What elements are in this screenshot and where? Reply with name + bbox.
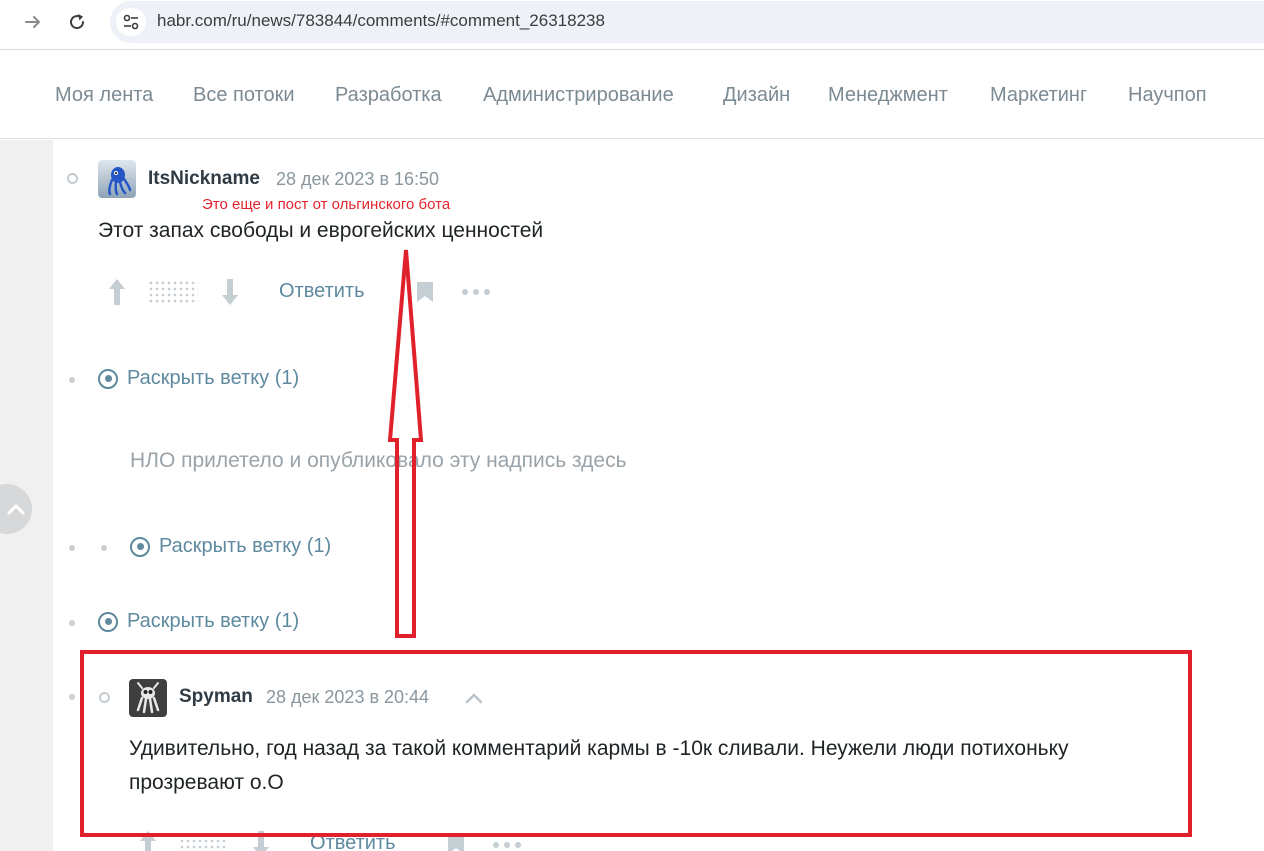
ufo-placeholder-text: НЛО прилетело и опубликовало эту надпись… [130, 449, 627, 472]
expand-thread-label: Раскрыть ветку (1) [127, 367, 300, 389]
expand-circle-icon [98, 368, 118, 389]
more-dots-icon[interactable] [492, 840, 522, 850]
nav-item-my-feed[interactable]: Моя лента [55, 84, 153, 107]
reload-icon [70, 14, 85, 30]
expand-thread-label: Раскрыть ветку (1) [159, 535, 332, 557]
expand-thread-link[interactable]: Раскрыть ветку (1) [98, 367, 299, 390]
comment-date[interactable]: 28 дек 2023 в 16:50 [276, 169, 439, 190]
expand-circle-icon [98, 611, 118, 632]
arrow-down-icon[interactable] [219, 277, 241, 307]
nav-item-marketing[interactable]: Маркетинг [990, 84, 1087, 107]
forward-arrow-icon [25, 16, 40, 28]
red-highlight-box [80, 650, 1192, 837]
bookmark-icon[interactable] [416, 281, 434, 303]
nav-item-popsci[interactable]: Научпоп [1128, 84, 1207, 107]
expand-circle-icon [130, 536, 150, 557]
octopus-avatar-icon [98, 160, 136, 198]
red-annotation-text: Это еще и пост от ольгинского бота [202, 196, 451, 213]
thread-marker [69, 545, 75, 551]
forward-button[interactable] [18, 7, 48, 37]
rating-score-hidden [148, 280, 198, 304]
comment-body: Этот запах свободы и еврогейских ценност… [98, 219, 544, 242]
thread-marker [69, 620, 75, 626]
url-text[interactable]: habr.com/ru/news/783844/comments/#commen… [157, 11, 605, 31]
thread-marker [69, 694, 75, 700]
reply-button[interactable]: Ответить [279, 280, 365, 303]
thread-marker [67, 173, 78, 184]
more-dots-icon[interactable] [461, 287, 491, 297]
expand-thread-link[interactable]: Раскрыть ветку (1) [130, 535, 331, 558]
thread-marker [69, 377, 75, 383]
site-settings-button[interactable] [116, 8, 146, 36]
arrow-up-icon[interactable] [106, 277, 128, 307]
browser-toolbar: habr.com/ru/news/783844/comments/#commen… [0, 0, 1264, 47]
nav-item-all-flows[interactable]: Все потоки [193, 84, 295, 107]
nav-item-administration[interactable]: Администрирование [483, 84, 674, 107]
habr-flows-nav: Моя лента Все потоки Разработка Админист… [0, 50, 1264, 139]
thread-marker [101, 545, 107, 551]
chevron-up-icon [7, 504, 25, 515]
expand-thread-label: Раскрыть ветку (1) [127, 610, 300, 632]
expand-thread-link[interactable]: Раскрыть ветку (1) [98, 610, 299, 633]
comment-author[interactable]: ItsNickname [148, 168, 260, 190]
nav-item-management[interactable]: Менеджмент [828, 84, 948, 107]
nav-item-development[interactable]: Разработка [335, 84, 442, 107]
site-settings-icon [123, 14, 139, 30]
avatar[interactable] [98, 160, 136, 198]
nav-item-design[interactable]: Дизайн [723, 84, 790, 107]
reload-button[interactable] [62, 7, 92, 37]
